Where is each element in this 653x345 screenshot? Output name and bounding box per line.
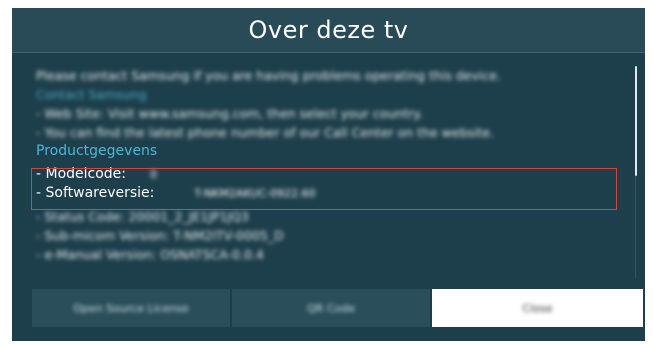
about-tv-dialog: Over deze tv Please contact Samsung if y… [12, 8, 645, 341]
emanual-info: - e-Manual Version: OSNATSCA-0.0.4 [36, 247, 264, 262]
call-center-info: - You can find the latest phone number o… [36, 125, 495, 140]
close-button[interactable]: Close [432, 289, 643, 327]
qr-code-button[interactable]: QR Code [232, 289, 430, 327]
scrollbar-thumb[interactable] [635, 66, 637, 176]
product-info-highlight [31, 168, 617, 210]
dialog-title-bar: Over deze tv [12, 8, 645, 53]
content-scrollbar[interactable] [635, 66, 638, 278]
sub-micom-info: - Sub-micom Version: T-NM2ITV-0005_D [36, 228, 284, 243]
open-source-license-button[interactable]: Open Source License [32, 289, 230, 327]
contact-samsung-link[interactable]: Contact Samsung [36, 85, 606, 104]
product-info-heading: Productgegevens [36, 143, 158, 159]
dialog-title: Over deze tv [248, 16, 409, 44]
website-info: - Web Site: Visit www.samsung.com, then … [36, 106, 423, 121]
dialog-button-row: Open Source License QR Code Close [32, 289, 645, 329]
intro-text: Please contact Samsung if you are having… [36, 68, 501, 83]
